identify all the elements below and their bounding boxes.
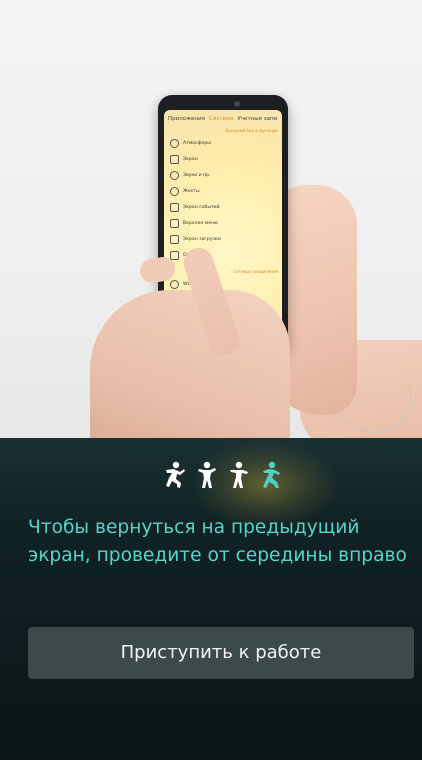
phone-tab-apps: Приложения [168, 116, 205, 122]
phone-item-label: Верхнее меню [183, 220, 218, 226]
wifi-icon [170, 279, 179, 289]
phone-item: Жесты [164, 183, 282, 199]
phone-tab-accounts: Учетные запи [237, 116, 278, 122]
phone-item-label: Жесты [183, 188, 200, 194]
camera-icon [234, 101, 240, 107]
phone-item-label: Экран [183, 156, 198, 162]
sound-icon [170, 170, 179, 180]
phone-tab-system: Система [208, 116, 234, 122]
phone-item: Экран событий [164, 199, 282, 215]
lock-icon [170, 234, 179, 244]
tutorial-photo: Приложения Система Учетные запи Внешний … [0, 0, 422, 438]
start-button[interactable]: Приступить к работе [28, 627, 414, 679]
gesture-tutorial-screen: Приложения Система Учетные запи Внешний … [0, 0, 422, 760]
figure-step-4-icon [263, 461, 280, 488]
gesture-hint-text: Чтобы вернуться на предыдущий экран, про… [28, 517, 407, 566]
gesture-icon [170, 186, 179, 196]
phone-item: Экран загрузки [164, 231, 282, 247]
phone-item-label: Экран событий [183, 204, 220, 210]
phone-section2-title: Сетевые соединения [233, 269, 278, 274]
events-icon [170, 202, 179, 212]
phone-section-title: Внешний вид и функции [225, 128, 278, 133]
figure-step-3-icon [230, 461, 248, 488]
phone-item: Обуч [164, 247, 282, 263]
phone-item: Звуки и пр. [164, 167, 282, 183]
left-hand [90, 290, 290, 438]
phone-item-label: Атмосферы [183, 140, 211, 146]
gesture-progress [158, 455, 288, 495]
phone-item-label: Звуки и пр. [183, 172, 211, 178]
phone-tabs: Приложения Система Учетные запи [164, 110, 282, 124]
phone-item-label: Экран загрузки [183, 236, 221, 242]
phone-item: Верхнее меню [164, 215, 282, 231]
phone-item: Экран [164, 151, 282, 167]
book-icon [170, 250, 179, 260]
figure-step-1-icon [166, 461, 185, 488]
phone-item: Атмосферы [164, 135, 282, 151]
palette-icon [170, 138, 179, 148]
display-icon [170, 154, 179, 164]
figure-step-2-icon [198, 461, 216, 488]
menu-icon [170, 218, 179, 228]
